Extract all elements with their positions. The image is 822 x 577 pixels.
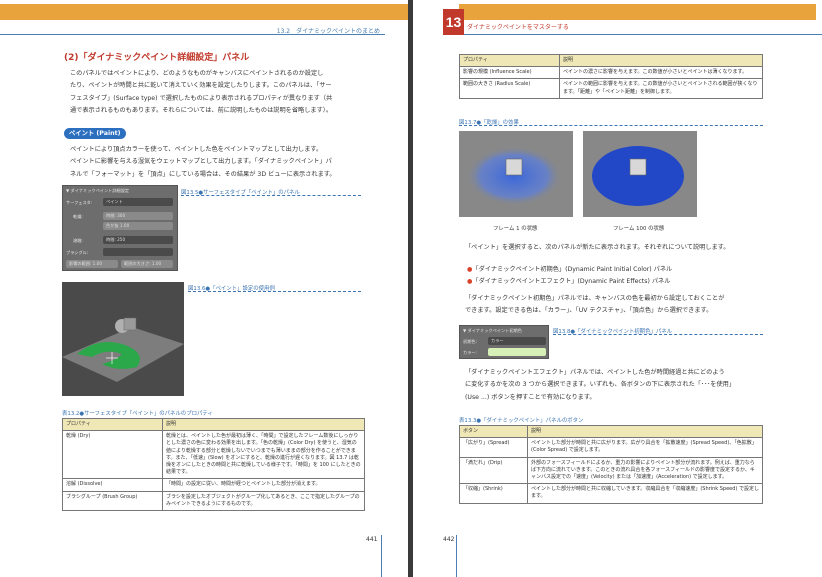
- render-scene: [62, 317, 184, 382]
- header-rule: [0, 34, 385, 35]
- dry-label: 乾燥:: [73, 214, 83, 219]
- page-number: 442: [443, 536, 455, 543]
- table-row: 溶解 (Dissolve) 「時間」の設定に従い、時間が経つとペイントした部分が消…: [62, 478, 365, 492]
- table-row: 範囲の大きさ (Radius Scale) ペイントの範囲に影響を与えます。この数…: [459, 78, 763, 99]
- init-color-dropdown: カラー: [488, 337, 546, 345]
- paint-paragraph: ペイントにより頂点カラーを使って、ペイントした色をペイントマップとして出力します…: [70, 146, 336, 178]
- effects-paragraph: 「ダイナミックペイントエフェクト」パネルでは、ペイントした色が時間経過と共にどの…: [465, 369, 736, 401]
- radius-scale-field: 範囲の大きさ: 1.00: [121, 260, 173, 268]
- paint-example-render: [62, 282, 184, 396]
- frame1-scene: [466, 146, 562, 206]
- table-row: 「滴だれ」(Drip) 外部のフォースフィールドによるか、重力の影響によりペイント…: [459, 456, 763, 485]
- dry-frame100-render: [583, 131, 697, 217]
- brush-group-field: [103, 248, 173, 256]
- scale-properties-table: プロパティ 説明 影響の規模 (Influence Scale) ペイントの濃さに影…: [459, 53, 763, 99]
- paint-properties-table: プロパティ 説明 乾燥 (Dry) 乾燥とは、ペイントした色が最初は薄く、「時間」で…: [62, 417, 365, 512]
- page-number: 441: [366, 536, 378, 543]
- panel-title: ▼ ダイナミックペイント初期色: [463, 328, 522, 333]
- footer-rule: [381, 535, 382, 577]
- initial-color-paragraph: 「ダイナミックペイント初期色」パネルでは、キャンバスの色を最初から設定しておくこ…: [465, 295, 725, 315]
- init-color-label: 初期色:: [463, 339, 477, 344]
- caption-rule: [459, 125, 763, 126]
- table-row: ブラシグループ (Brush Group) ブラシを設定したオブジェクトがグループ…: [62, 490, 365, 512]
- initial-color-panel-image: ▼ ダイナミックペイント初期色 初期色: カラー カラー:: [459, 325, 549, 359]
- header-rule: [464, 34, 822, 35]
- frame1-label: フレーム 1 の状態: [493, 226, 538, 232]
- right-page: 13 ダイナミックペイントをマスターする プロパティ 説明 影響の規模 (Infl…: [413, 0, 822, 577]
- brush-group-label: ブラシグル:: [66, 250, 89, 255]
- time-field: 時間: 300: [103, 212, 173, 220]
- caption-rule: [553, 334, 763, 335]
- section-title: (2)「ダイナミックペイント詳細設定」パネル: [64, 53, 250, 63]
- surface-dropdown: ペイント: [103, 198, 173, 206]
- frame100-label: フレーム 100 の状態: [613, 226, 665, 232]
- panel-title: ▼ ダイナミックペイント詳細設定: [66, 188, 130, 193]
- influence-scale-field: 影響の範囲: 1.00: [66, 260, 118, 268]
- frame100-scene: [592, 146, 684, 206]
- table-caption: 表13.3●「ダイナミックペイント」パネルのボタン: [459, 418, 584, 424]
- color-dry-field: 色が抜 1.00: [103, 222, 173, 230]
- dissolve-time-field: 時間: 250: [103, 236, 173, 244]
- header-tab: [459, 4, 816, 20]
- table-caption: 表13.2●サーフェスタイプ「ペイント」のパネルのプロパティ: [62, 411, 213, 417]
- caption-rule: [188, 291, 361, 292]
- dry-frame1-render: [459, 131, 573, 217]
- table-row: 影響の規模 (Influence Scale) ペイントの濃さに影響を与えます。こ…: [459, 66, 763, 80]
- bullet-initial-color: ●「ダイナミックペイント初期色」(Dynamic Paint Initial C…: [467, 266, 673, 273]
- table-row: 「収縮」(Shrink) ペイントした部分が時間と共に収縮していきます。収縮具合を…: [459, 483, 763, 504]
- dissolve-label: 溶融:: [73, 238, 83, 243]
- caption-rule: [181, 195, 361, 196]
- bullet-effects: ●「ダイナミックペイントエフェクト」(Dynamic Paint Effects…: [467, 278, 671, 285]
- chapter-number-badge: 13: [443, 9, 464, 35]
- surface-label: サーフェスタ:: [66, 200, 93, 205]
- paint-settings-panel-image: ▼ ダイナミックペイント詳細設定 サーフェスタ: ペイント 乾燥: 時間: 30…: [62, 185, 178, 271]
- header-tab: [0, 4, 408, 20]
- intro-paragraph: このパネルではペイントにより、どのようなものがキャンバスにペイントされるのか設定…: [70, 70, 333, 115]
- left-page: 13.2 ダイナミックペイントのまとめ (2)「ダイナミックペイント詳細設定」パ…: [0, 0, 408, 577]
- table-row: 「広がり」(Spread) ペイントした部分が時間と共に広がります。広がり具合を「…: [459, 437, 763, 458]
- paint-panels-intro: 「ペイント」を選択すると、次のパネルが新たに表示されます。それぞれについて説明し…: [465, 244, 730, 251]
- footer-rule: [456, 535, 457, 577]
- chapter-title: ダイナミックペイントをマスターする: [467, 24, 569, 31]
- paint-section-pill: ペイント (Paint): [64, 128, 126, 139]
- effects-buttons-table: ボタン 説明 「広がり」(Spread) ペイントした部分が時間と共に広がります。広…: [459, 424, 763, 504]
- color-label: カラー:: [463, 350, 477, 355]
- table-row: 乾燥 (Dry) 乾燥とは、ペイントした色が最初は薄く、「時間」で設定したフレーム…: [62, 430, 365, 480]
- color-swatch: [488, 348, 546, 356]
